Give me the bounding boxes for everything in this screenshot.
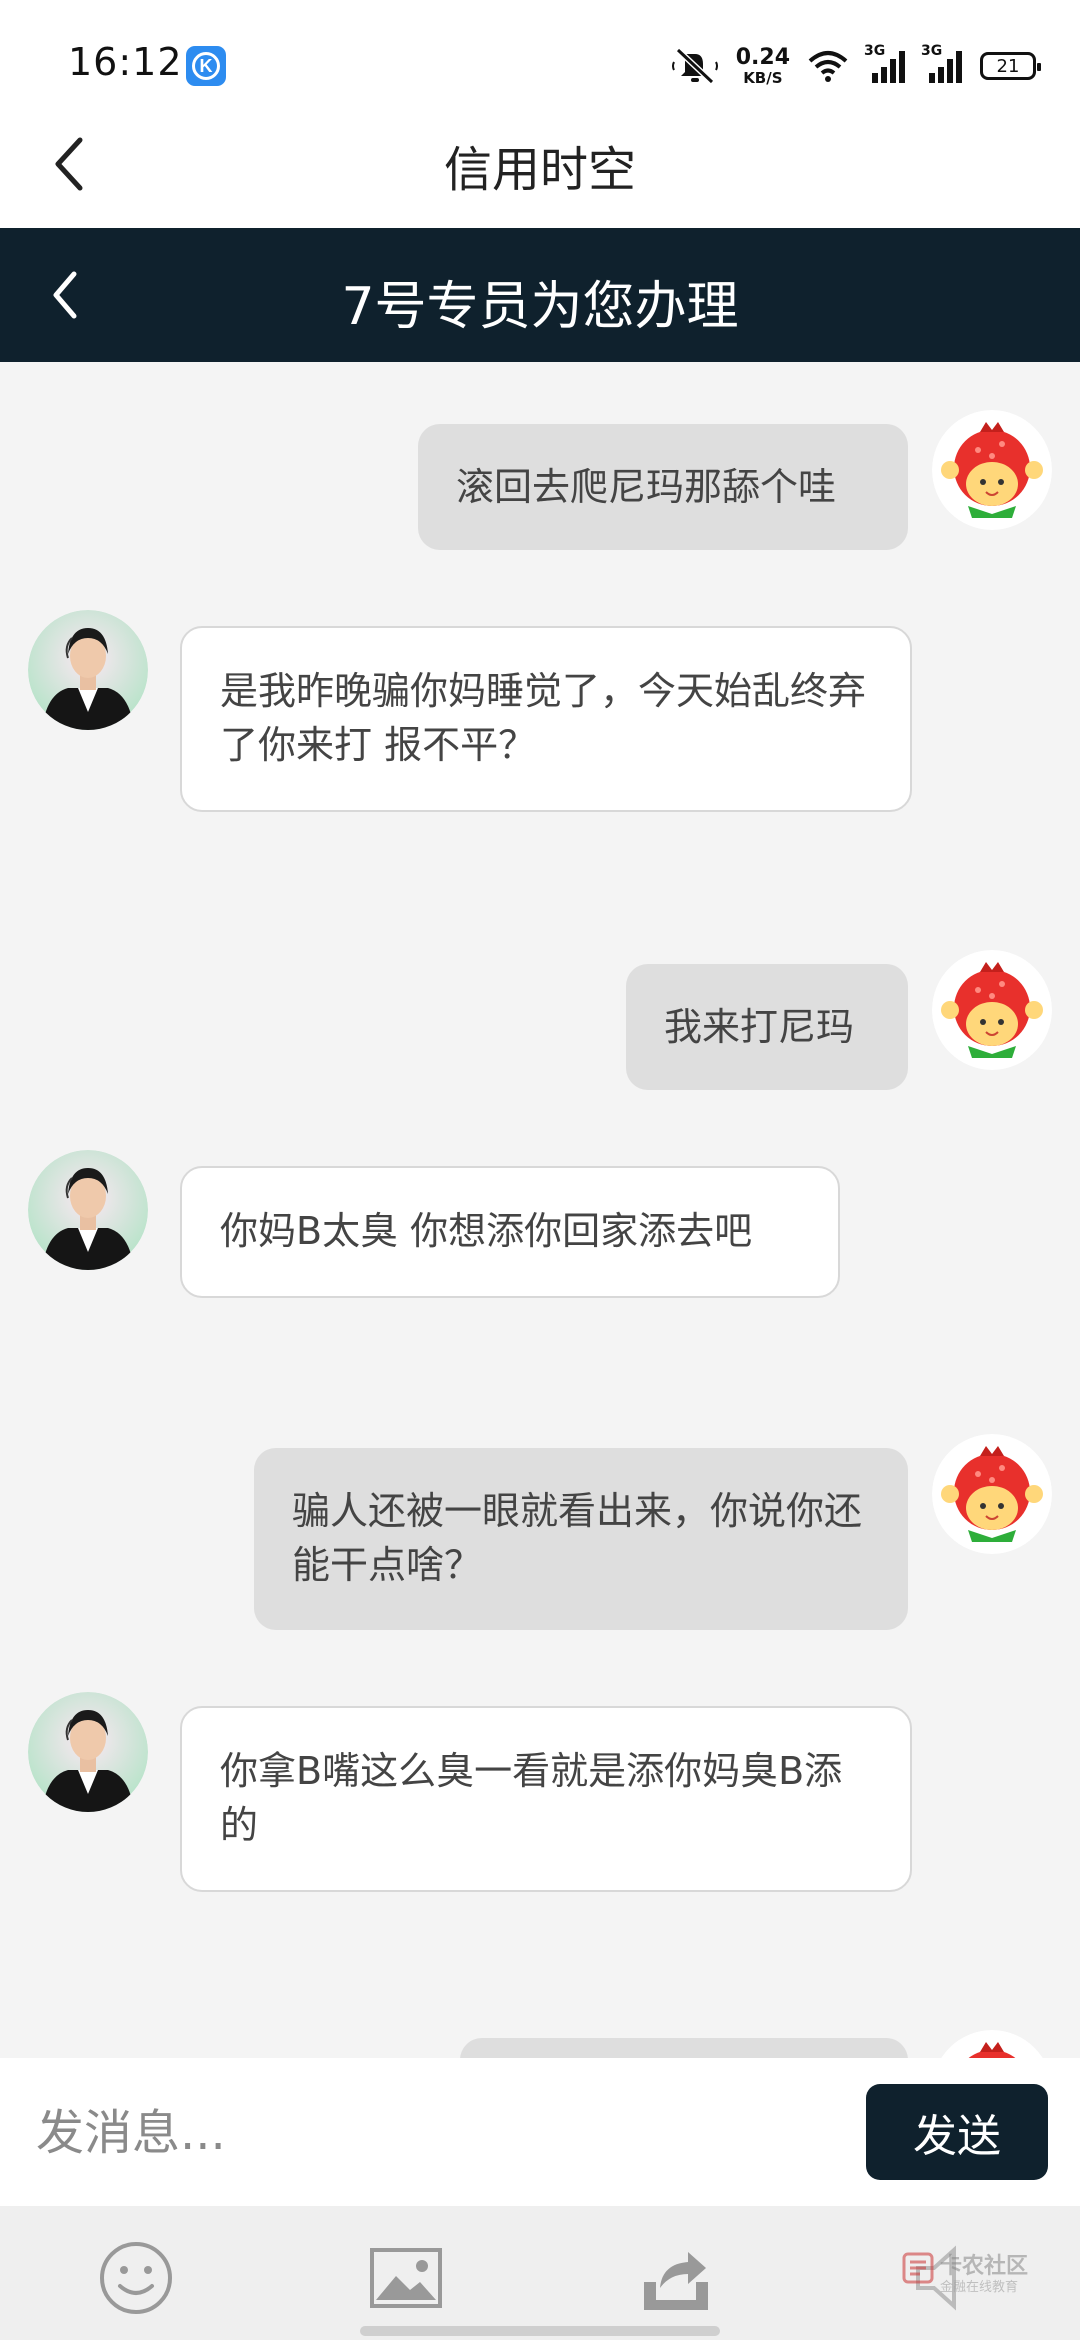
wifi-icon (808, 51, 848, 82)
pomegranate-avatar-icon (932, 1434, 1052, 1554)
watermark-logo-icon (902, 2252, 934, 2284)
message-bubble-outgoing[interactable]: 我来打尼玛 (626, 964, 908, 1090)
agent-avatar[interactable] (28, 1150, 148, 1270)
chat-header-title: 7号专员为您办理 (341, 277, 739, 337)
image-icon[interactable] (366, 2238, 446, 2318)
message-bubble-incoming[interactable]: 你妈B太臭 你想添你回家添去吧 (180, 1166, 840, 1298)
message-input-bar: 发送 (0, 2058, 1080, 2206)
agent-avatar[interactable] (28, 1692, 148, 1812)
message-text: 你妈B太臭 你想添你回家添去吧 (220, 1209, 753, 1253)
message-input[interactable] (36, 2088, 796, 2178)
message-text: 我来打尼玛 (664, 1005, 855, 1049)
user-avatar[interactable] (932, 1434, 1052, 1554)
message-text: 滚回去爬尼玛那舔个哇 (456, 465, 837, 509)
speed-unit: KB/S (743, 68, 783, 87)
page-title: 信用时空 (443, 142, 636, 198)
network-speed: 0.24 KB/S (735, 44, 790, 87)
pomegranate-avatar-icon (932, 410, 1052, 530)
message-text: 你拿B嘴这么臭一看就是添你妈臭B添的 (220, 1749, 843, 1847)
emoji-icon[interactable] (96, 2238, 176, 2318)
chat-header: 7号专员为您办理 (0, 228, 1080, 362)
chat-message-list[interactable]: — — 滚回去爬尼玛那舔个哇 是我昨晚骗你妈睡觉 (0, 362, 1080, 2058)
signal-icon-2: 3G (921, 43, 962, 83)
user-avatar[interactable] (932, 950, 1052, 1070)
agent-avatar[interactable] (28, 610, 148, 730)
agent-portrait-icon (28, 610, 148, 730)
k-app-icon: K (186, 46, 226, 86)
watermark-logo: 卡农社区 金融在线教育 (900, 2242, 1040, 2312)
message-text: 骗人还被一眼就看出来，你说你还能干点啥？ (292, 1489, 863, 1587)
status-icons: 0.24 KB/S 3G 3G 21 (671, 42, 1041, 90)
home-indicator[interactable] (360, 2326, 720, 2336)
pomegranate-avatar-icon (941, 2030, 1043, 2058)
watermark-subtitle: 金融在线教育 (940, 2280, 1019, 2295)
signal-label: 3G (864, 43, 886, 59)
signal-label-2: 3G (921, 43, 943, 59)
message-bubble-outgoing-partial[interactable] (460, 2038, 908, 2058)
message-bubble-incoming[interactable]: 是我昨晚骗你妈睡觉了，今天始乱终弃了你来打 报不平？ (180, 626, 912, 812)
pomegranate-avatar-icon (932, 950, 1052, 1070)
user-avatar[interactable] (932, 410, 1052, 530)
status-time: 16:12 (68, 40, 183, 84)
message-bubble-outgoing[interactable]: 骗人还被一眼就看出来，你说你还能干点啥？ (254, 1448, 908, 1630)
user-avatar-partial[interactable] (932, 2030, 1052, 2058)
battery-icon: 21 (980, 52, 1041, 80)
message-text: 是我昨晚骗你妈睡觉了，今天始乱终弃了你来打 报不平？ (220, 669, 867, 767)
speed-value: 0.24 (735, 44, 790, 70)
mute-icon (671, 47, 718, 85)
timestamp-peek: — — (480, 362, 600, 370)
send-button[interactable]: 发送 (866, 2084, 1048, 2180)
agent-portrait-icon (28, 1150, 148, 1270)
message-bubble-incoming[interactable]: 你拿B嘴这么臭一看就是添你妈臭B添的 (180, 1706, 912, 1892)
signal-icon: 3G (864, 43, 905, 83)
message-bubble-outgoing[interactable]: 滚回去爬尼玛那舔个哇 (418, 424, 908, 550)
agent-portrait-icon (28, 1692, 148, 1812)
chat-toolbar: 卡农社区 金融在线教育 (0, 2206, 1080, 2340)
share-icon[interactable] (636, 2238, 716, 2318)
app-title-bar: 信用时空 (0, 100, 1080, 228)
